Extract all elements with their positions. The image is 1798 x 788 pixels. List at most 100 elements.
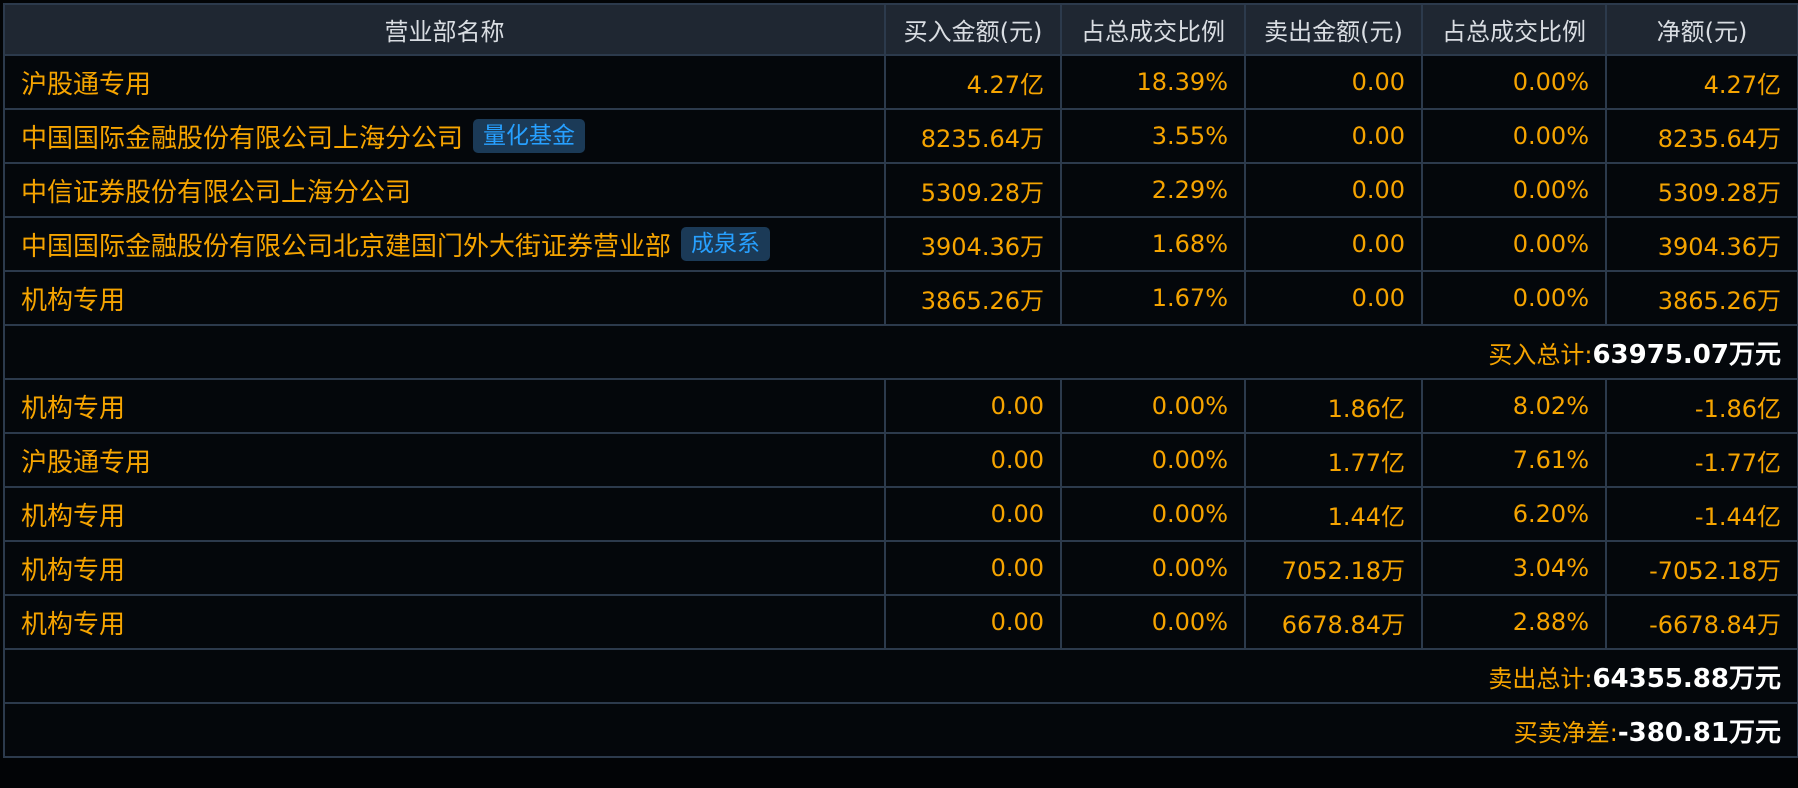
- broker-tag-badge[interactable]: 成泉系: [681, 227, 771, 261]
- broker-name[interactable]: 机构专用: [21, 502, 125, 532]
- sell-amount: 0.00: [1244, 216, 1423, 272]
- buy-ratio: 1.68%: [1060, 216, 1246, 272]
- buy-total-cell: 买入总计:63975.07万元: [3, 324, 1798, 380]
- sell-amount: 0.00: [1244, 54, 1423, 110]
- broker-name[interactable]: 机构专用: [21, 286, 125, 316]
- sell-ratio: 0.00%: [1421, 162, 1607, 218]
- net-amount: -1.77亿: [1605, 432, 1798, 488]
- buy-amount: 3904.36万: [884, 216, 1062, 272]
- net-amount: 3865.26万: [1605, 270, 1798, 326]
- buy-amount: 3865.26万: [884, 270, 1062, 326]
- broker-name-cell[interactable]: 机构专用: [3, 540, 886, 596]
- sell-ratio: 6.20%: [1421, 486, 1607, 542]
- net-total-cell: 买卖净差:-380.81万元: [3, 702, 1798, 758]
- broker-name-cell[interactable]: 沪股通专用: [3, 432, 886, 488]
- buy-amount: 4.27亿: [884, 54, 1062, 110]
- broker-name-cell[interactable]: 沪股通专用: [3, 54, 886, 110]
- broker-name[interactable]: 沪股通专用: [21, 70, 151, 100]
- sell-amount: 7052.18万: [1244, 540, 1423, 596]
- broker-name-cell[interactable]: 机构专用: [3, 486, 886, 542]
- sell-ratio: 3.04%: [1421, 540, 1607, 596]
- broker-tag-badge[interactable]: 量化基金: [473, 119, 586, 153]
- buy-ratio: 18.39%: [1060, 54, 1246, 110]
- broker-name[interactable]: 机构专用: [21, 394, 125, 424]
- broker-name[interactable]: 中国国际金融股份有限公司上海分公司: [21, 124, 463, 154]
- broker-name-cell[interactable]: 机构专用: [3, 270, 886, 326]
- broker-name-cell[interactable]: 机构专用: [3, 594, 886, 650]
- table-row[interactable]: 机构专用 0.00 0.00% 6678.84万 2.88% -6678.84万: [3, 594, 1798, 650]
- table-row[interactable]: 中国国际金融股份有限公司北京建国门外大街证券营业部 成泉系 3904.36万 1.…: [3, 216, 1798, 272]
- sell-ratio: 0.00%: [1421, 54, 1607, 110]
- buy-ratio: 0.00%: [1060, 378, 1246, 434]
- net-amount: -6678.84万: [1605, 594, 1798, 650]
- buy-ratio: 0.00%: [1060, 540, 1246, 596]
- table-body: 沪股通专用 4.27亿 18.39% 0.00 0.00% 4.27亿 中国国际…: [3, 54, 1798, 758]
- header-net-amount[interactable]: 净额(元): [1605, 3, 1798, 56]
- net-amount: 8235.64万: [1605, 108, 1798, 164]
- net-amount: 5309.28万: [1605, 162, 1798, 218]
- broker-name[interactable]: 中信证券股份有限公司上海分公司: [21, 178, 411, 208]
- net-amount: -1.44亿: [1605, 486, 1798, 542]
- buy-ratio: 0.00%: [1060, 594, 1246, 650]
- broker-name[interactable]: 机构专用: [21, 556, 125, 586]
- net-amount: -7052.18万: [1605, 540, 1798, 596]
- broker-name-cell[interactable]: 中国国际金融股份有限公司上海分公司 量化基金: [3, 108, 886, 164]
- table-row[interactable]: 机构专用 3865.26万 1.67% 0.00 0.00% 3865.26万: [3, 270, 1798, 326]
- buy-total-value: 63975.07: [1592, 339, 1729, 370]
- sell-amount: 0.00: [1244, 108, 1423, 164]
- sell-amount: 1.44亿: [1244, 486, 1423, 542]
- buy-amount: 0.00: [884, 594, 1062, 650]
- buy-amount: 0.00: [884, 378, 1062, 434]
- broker-name[interactable]: 沪股通专用: [21, 448, 151, 478]
- table-row[interactable]: 中信证券股份有限公司上海分公司 5309.28万 2.29% 0.00 0.00…: [3, 162, 1798, 218]
- table-header-row: 营业部名称 买入金额(元) 占总成交比例 卖出金额(元) 占总成交比例 净额(元…: [3, 3, 1798, 56]
- table-row[interactable]: 沪股通专用 0.00 0.00% 1.77亿 7.61% -1.77亿: [3, 432, 1798, 488]
- net-total-unit: 万元: [1728, 717, 1781, 748]
- net-amount: 4.27亿: [1605, 54, 1798, 110]
- sell-amount: 1.77亿: [1244, 432, 1423, 488]
- sell-amount: 1.86亿: [1244, 378, 1423, 434]
- table-row[interactable]: 中国国际金融股份有限公司上海分公司 量化基金 8235.64万 3.55% 0.0…: [3, 108, 1798, 164]
- broker-name[interactable]: 机构专用: [21, 610, 125, 640]
- net-amount: 3904.36万: [1605, 216, 1798, 272]
- broker-name-cell[interactable]: 中信证券股份有限公司上海分公司: [3, 162, 886, 218]
- buy-total-row: 买入总计:63975.07万元: [3, 324, 1798, 380]
- header-buy-ratio[interactable]: 占总成交比例: [1060, 3, 1246, 56]
- sell-total-label: 卖出总计:: [1488, 664, 1593, 693]
- buy-total-label: 买入总计:: [1488, 340, 1593, 369]
- sell-amount: 6678.84万: [1244, 594, 1423, 650]
- net-amount: -1.86亿: [1605, 378, 1798, 434]
- buy-amount: 0.00: [884, 432, 1062, 488]
- table-row[interactable]: 沪股通专用 4.27亿 18.39% 0.00 0.00% 4.27亿: [3, 54, 1798, 110]
- buy-amount: 0.00: [884, 540, 1062, 596]
- sell-total-unit: 万元: [1728, 663, 1781, 694]
- sell-ratio: 8.02%: [1421, 378, 1607, 434]
- buy-ratio: 1.67%: [1060, 270, 1246, 326]
- sell-ratio: 2.88%: [1421, 594, 1607, 650]
- table-row[interactable]: 机构专用 0.00 0.00% 7052.18万 3.04% -7052.18万: [3, 540, 1798, 596]
- broker-name-cell[interactable]: 机构专用: [3, 378, 886, 434]
- sell-ratio: 0.00%: [1421, 108, 1607, 164]
- header-buy-amount[interactable]: 买入金额(元): [884, 3, 1062, 56]
- header-sell-ratio[interactable]: 占总成交比例: [1421, 3, 1607, 56]
- header-sell-amount[interactable]: 卖出金额(元): [1244, 3, 1423, 56]
- header-broker-name[interactable]: 营业部名称: [3, 3, 886, 56]
- dragon-tiger-board: 营业部名称 买入金额(元) 占总成交比例 卖出金额(元) 占总成交比例 净额(元…: [0, 0, 1798, 788]
- sell-amount: 0.00: [1244, 162, 1423, 218]
- table-row[interactable]: 机构专用 0.00 0.00% 1.44亿 6.20% -1.44亿: [3, 486, 1798, 542]
- broker-trade-table: 营业部名称 买入金额(元) 占总成交比例 卖出金额(元) 占总成交比例 净额(元…: [3, 3, 1798, 758]
- net-total-row: 买卖净差:-380.81万元: [3, 702, 1798, 758]
- sell-amount: 0.00: [1244, 270, 1423, 326]
- table-row[interactable]: 机构专用 0.00 0.00% 1.86亿 8.02% -1.86亿: [3, 378, 1798, 434]
- sell-total-cell: 卖出总计:64355.88万元: [3, 648, 1798, 704]
- buy-ratio: 2.29%: [1060, 162, 1246, 218]
- buy-amount: 8235.64万: [884, 108, 1062, 164]
- sell-total-value: 64355.88: [1592, 663, 1729, 694]
- broker-name-cell[interactable]: 中国国际金融股份有限公司北京建国门外大街证券营业部 成泉系: [3, 216, 886, 272]
- sell-total-row: 卖出总计:64355.88万元: [3, 648, 1798, 704]
- broker-name[interactable]: 中国国际金融股份有限公司北京建国门外大街证券营业部: [21, 232, 671, 262]
- net-total-value: -380.81: [1617, 717, 1729, 748]
- buy-amount: 5309.28万: [884, 162, 1062, 218]
- sell-ratio: 0.00%: [1421, 270, 1607, 326]
- sell-ratio: 7.61%: [1421, 432, 1607, 488]
